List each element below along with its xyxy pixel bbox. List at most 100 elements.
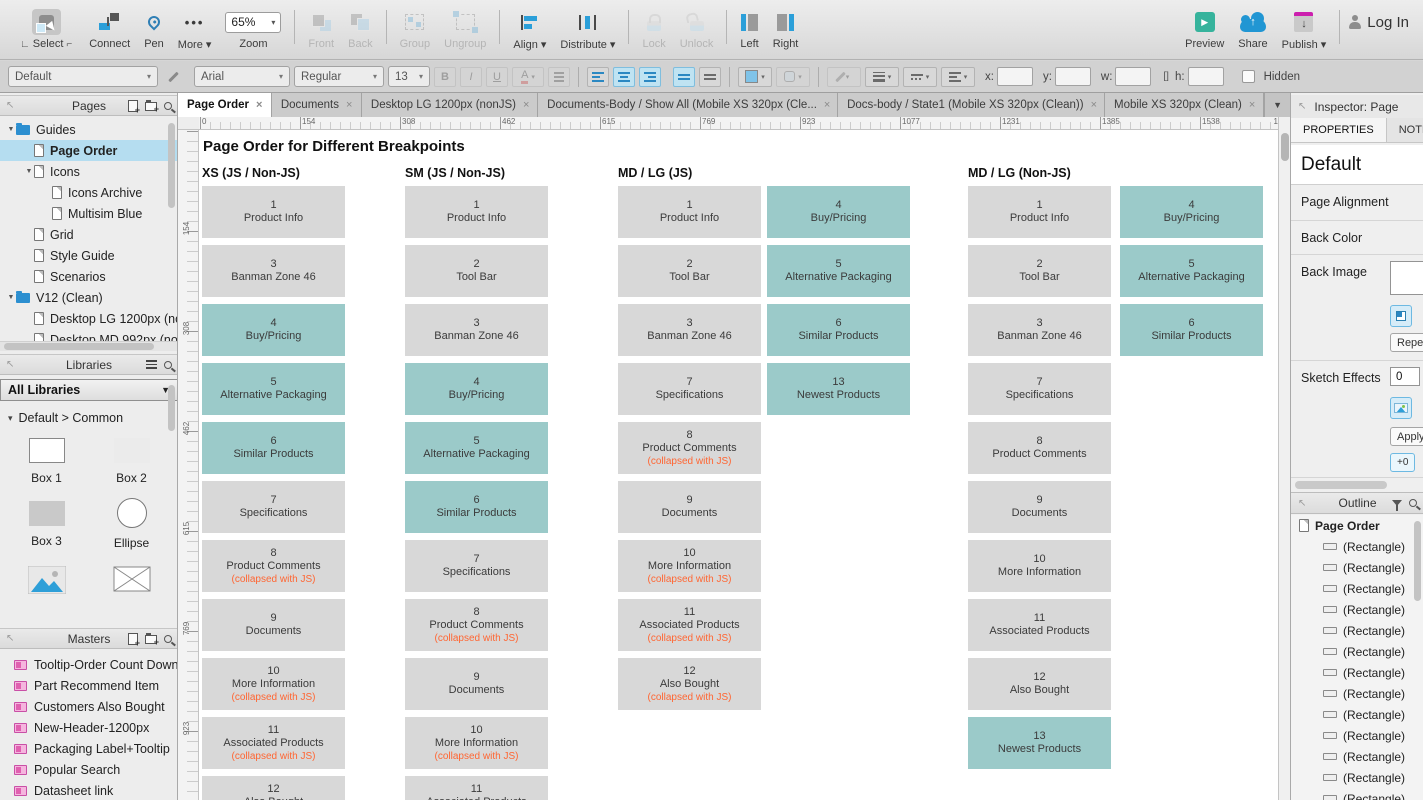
- page-order-box[interactable]: 7Specifications: [202, 481, 345, 533]
- back-image-swatch[interactable]: [1390, 261, 1423, 295]
- master-item[interactable]: New-Header-1200px: [0, 717, 178, 738]
- shadow-button[interactable]: ▾: [776, 67, 810, 87]
- outline-item[interactable]: (Rectangle): [1291, 536, 1423, 557]
- front-button[interactable]: Front: [308, 0, 334, 60]
- sidebar-page-item[interactable]: ▼Guides: [0, 119, 178, 140]
- outline-item[interactable]: (Rectangle): [1291, 620, 1423, 641]
- outline-item[interactable]: (Rectangle): [1291, 641, 1423, 662]
- page-order-box[interactable]: 9Documents: [968, 481, 1111, 533]
- add-page-icon[interactable]: [128, 100, 138, 112]
- fill-color-button[interactable]: ▾: [738, 67, 772, 87]
- document-tab[interactable]: Mobile XS 320px (Clean)×: [1105, 93, 1264, 117]
- document-tab[interactable]: Documents-Body / Show All (Mobile XS 320…: [538, 93, 838, 117]
- outline-item[interactable]: (Rectangle): [1291, 767, 1423, 788]
- page-style-select[interactable]: Default: [1291, 145, 1423, 185]
- share-button[interactable]: ↑ Share: [1238, 0, 1267, 60]
- page-order-box[interactable]: 10More Information: [968, 540, 1111, 592]
- align-left-button[interactable]: Left: [740, 0, 758, 60]
- outline-item[interactable]: (Rectangle): [1291, 557, 1423, 578]
- page-order-box[interactable]: 5Alternative Packaging: [767, 245, 910, 297]
- page-order-box[interactable]: 8Product Comments: [968, 422, 1111, 474]
- close-tab-icon[interactable]: ×: [523, 99, 529, 111]
- sidebar-page-item[interactable]: Scenarios: [0, 266, 178, 287]
- section-page-alignment[interactable]: Page Alignment: [1291, 185, 1423, 221]
- text-align-right-button[interactable]: [639, 67, 661, 87]
- page-order-box[interactable]: 9Documents: [405, 658, 548, 710]
- edit-style-button[interactable]: [162, 67, 184, 87]
- page-order-box[interactable]: 3Banman Zone 46: [405, 304, 548, 356]
- page-order-box[interactable]: 1Product Info: [202, 186, 345, 238]
- widget-style-select[interactable]: Default▾: [8, 66, 158, 87]
- group-button[interactable]: Group: [400, 0, 431, 60]
- back-button[interactable]: Back: [348, 0, 372, 60]
- image-align-button[interactable]: [1390, 305, 1412, 327]
- align-right-button[interactable]: Right: [773, 0, 799, 60]
- page-order-box[interactable]: 8Product Comments(collapsed with JS): [202, 540, 345, 592]
- page-order-box[interactable]: 7Specifications: [968, 363, 1111, 415]
- tab-overflow-button[interactable]: ▼: [1264, 93, 1290, 117]
- tab-properties[interactable]: PROPERTIES: [1291, 118, 1387, 142]
- search-icon[interactable]: [164, 361, 172, 369]
- font-weight-select[interactable]: Regular▾: [294, 66, 384, 87]
- document-tab[interactable]: Documents×: [272, 93, 362, 117]
- page-order-box[interactable]: 6Similar Products: [202, 422, 345, 474]
- arrow-style-button[interactable]: ▾: [941, 67, 975, 87]
- outline-item[interactable]: (Rectangle): [1291, 683, 1423, 704]
- pages-vertical-scrollbar[interactable]: [168, 123, 175, 208]
- libraries-filter-select[interactable]: All Libraries▼: [0, 379, 178, 401]
- page-order-box[interactable]: 7Specifications: [405, 540, 548, 592]
- text-align-left-button[interactable]: [587, 67, 609, 87]
- page-order-box[interactable]: 11Associated Products(collapsed with JS): [405, 776, 548, 800]
- expander-icon[interactable]: ▼: [6, 126, 16, 133]
- sketch-value-input[interactable]: 0: [1390, 367, 1420, 386]
- master-item[interactable]: Packaging Label+Tooltip: [0, 738, 178, 759]
- expander-icon[interactable]: ▼: [24, 168, 34, 175]
- outline-item[interactable]: (Rectangle): [1291, 788, 1423, 800]
- menu-icon[interactable]: [146, 360, 157, 369]
- outline-item[interactable]: (Rectangle): [1291, 599, 1423, 620]
- font-color-button[interactable]: A▾: [512, 67, 544, 87]
- ungroup-button[interactable]: Ungroup: [444, 0, 486, 60]
- page-order-box[interactable]: 4Buy/Pricing: [1120, 186, 1263, 238]
- page-order-box[interactable]: 12Also Bought(collapsed with JS): [618, 658, 761, 710]
- outline-item[interactable]: (Rectangle): [1291, 578, 1423, 599]
- sidebar-page-item[interactable]: ▼V12 (Clean): [0, 287, 178, 308]
- line-color-button[interactable]: ▾: [827, 67, 861, 87]
- collapse-panel-icon[interactable]: ↖: [6, 100, 14, 111]
- outline-item[interactable]: (Rectangle): [1291, 704, 1423, 725]
- pen-tool[interactable]: Pen: [144, 0, 164, 60]
- search-icon[interactable]: [1409, 499, 1417, 507]
- add-folder-icon[interactable]: [145, 635, 157, 644]
- line-style-button[interactable]: ▾: [903, 67, 937, 87]
- page-order-box[interactable]: 2Tool Bar: [618, 245, 761, 297]
- font-adjust-button[interactable]: +0: [1390, 453, 1415, 472]
- collapse-panel-icon[interactable]: ↖: [1298, 498, 1306, 509]
- expander-icon[interactable]: ▼: [6, 294, 16, 301]
- close-tab-icon[interactable]: ×: [256, 99, 262, 111]
- collapse-panel-icon[interactable]: ↖: [6, 633, 14, 644]
- page-order-box[interactable]: 5Alternative Packaging: [202, 363, 345, 415]
- design-canvas[interactable]: Page Order for Different Breakpoints XS …: [199, 130, 1278, 800]
- sketch-apply-button[interactable]: Apply: [1390, 427, 1423, 446]
- library-widget[interactable]: Box 3: [4, 501, 89, 550]
- sidebar-page-item[interactable]: Style Guide: [0, 245, 178, 266]
- page-order-box[interactable]: 4Buy/Pricing: [767, 186, 910, 238]
- font-size-select[interactable]: 13▾: [388, 66, 430, 87]
- link-wh-icon[interactable]: []: [1163, 71, 1169, 82]
- line-width-button[interactable]: ▾: [865, 67, 899, 87]
- libraries-vertical-scrollbar[interactable]: [168, 385, 175, 431]
- h-input[interactable]: [1188, 67, 1224, 86]
- search-icon[interactable]: [164, 102, 172, 110]
- library-section-header[interactable]: ▾ Default > Common: [0, 408, 178, 428]
- page-order-box[interactable]: 4Buy/Pricing: [405, 363, 548, 415]
- sidebar-page-item[interactable]: Icons Archive: [0, 182, 178, 203]
- page-order-box[interactable]: 9Documents: [202, 599, 345, 651]
- outline-root-item[interactable]: Page Order: [1291, 515, 1423, 536]
- close-tab-icon[interactable]: ×: [346, 99, 352, 111]
- page-order-box[interactable]: 6Similar Products: [767, 304, 910, 356]
- underline-button[interactable]: U: [486, 67, 508, 87]
- login-button[interactable]: Log In: [1348, 14, 1409, 31]
- library-widget[interactable]: Box 2: [89, 438, 174, 485]
- page-order-box[interactable]: 10More Information(collapsed with JS): [618, 540, 761, 592]
- x-input[interactable]: [997, 67, 1033, 86]
